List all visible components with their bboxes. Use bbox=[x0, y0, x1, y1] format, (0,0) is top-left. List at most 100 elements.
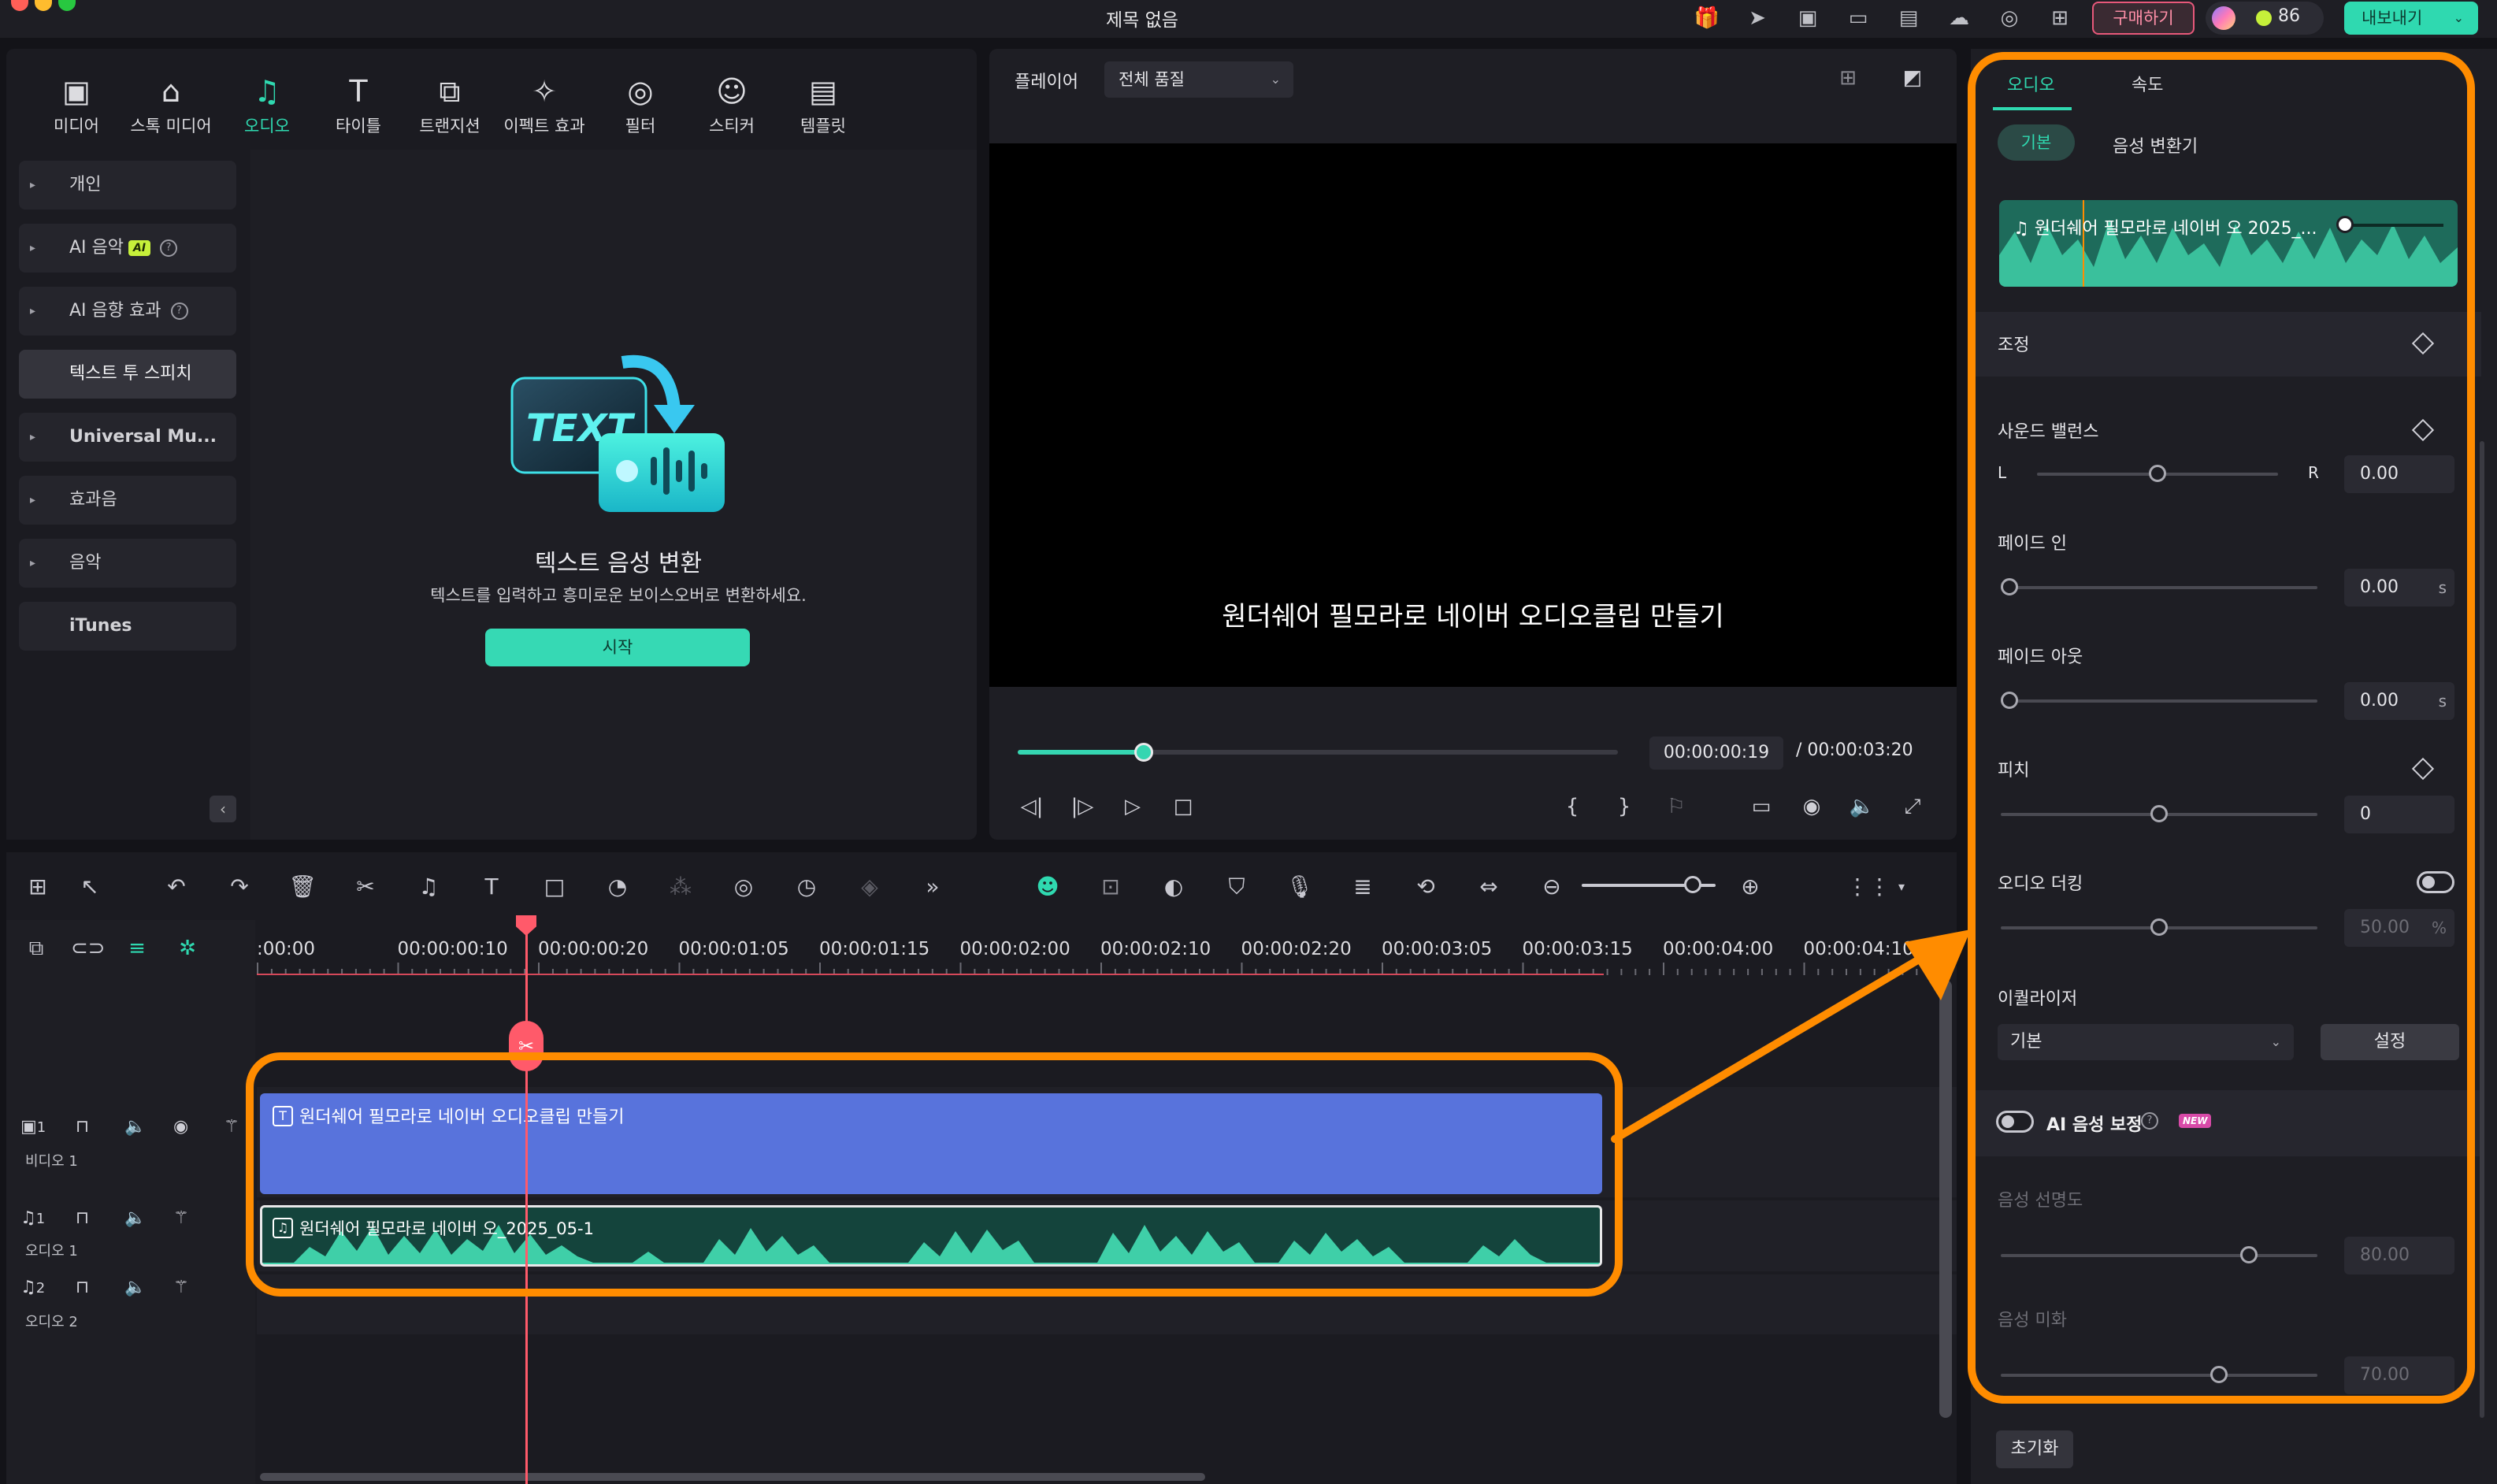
fit-icon[interactable]: ⇔ bbox=[1473, 871, 1505, 903]
tab-stickers[interactable]: ☺ 스티커 bbox=[688, 72, 775, 137]
fullscreen-icon[interactable]: ⤢ bbox=[1898, 792, 1927, 821]
display-icon[interactable]: ▭ bbox=[1747, 792, 1775, 821]
tab-audio[interactable]: ♫ 오디오 bbox=[224, 72, 310, 137]
shield-icon[interactable]: ⛉ bbox=[1221, 871, 1252, 903]
timeline-horizontal-scrollbar[interactable] bbox=[260, 1473, 1205, 1481]
timer-icon[interactable]: ◷ bbox=[791, 871, 822, 903]
speaker-icon[interactable]: 🔈 bbox=[124, 1208, 146, 1228]
mark-in-icon[interactable]: { bbox=[1558, 792, 1586, 821]
ai-assistant-icon[interactable]: ☻ bbox=[1032, 871, 1063, 903]
cloud-icon[interactable]: ☁ bbox=[1946, 5, 1972, 32]
color-icon[interactable]: ⁂ bbox=[665, 871, 696, 903]
sidebar-item-label: AI 음향 효과 bbox=[69, 301, 161, 321]
sidebar-item-personal[interactable]: ▸ 개인 bbox=[19, 161, 236, 210]
speed-icon[interactable]: ◔ bbox=[602, 871, 633, 903]
music-list-icon[interactable]: ≣ bbox=[1347, 871, 1378, 903]
previous-frame-icon[interactable]: ◁| bbox=[1018, 792, 1046, 821]
sidebar-item-sfx[interactable]: ▸ 효과음 bbox=[19, 476, 236, 525]
magic-wand-icon[interactable]: ⚚ bbox=[173, 1208, 189, 1228]
undo-icon[interactable]: ↶ bbox=[161, 871, 192, 903]
replace-icon[interactable]: ⟲ bbox=[1410, 871, 1441, 903]
add-track-icon[interactable]: ⧉ bbox=[20, 933, 52, 964]
eye-icon[interactable]: ◉ bbox=[173, 1117, 188, 1137]
tab-effects[interactable]: ✧ 이펙트 효과 bbox=[501, 72, 588, 137]
playback-progress-knob[interactable] bbox=[1134, 743, 1154, 762]
microphone-icon[interactable]: 🎙 bbox=[1284, 871, 1315, 903]
link-icon[interactable]: ⊂⊃ bbox=[71, 933, 106, 964]
audio-tool-icon[interactable]: ♫ bbox=[413, 871, 444, 903]
collapse-sidebar-button[interactable]: ‹ bbox=[210, 796, 236, 822]
volume-icon[interactable]: 🔈 bbox=[1848, 792, 1876, 821]
tab-titles[interactable]: T 타이틀 bbox=[315, 72, 402, 137]
tab-transitions[interactable]: ⧉ 트랜지션 bbox=[406, 72, 493, 137]
reset-button[interactable]: 초기화 bbox=[1996, 1430, 2073, 1468]
tts-start-button[interactable]: 시작 bbox=[485, 629, 750, 666]
zoom-out-icon[interactable]: ⊖ bbox=[1536, 871, 1568, 903]
send-icon[interactable]: ➤ bbox=[1744, 5, 1771, 32]
lock-icon[interactable]: ⊓ bbox=[76, 1278, 89, 1297]
auto-ripple-icon[interactable]: ≡ bbox=[121, 933, 153, 964]
snapshot-chart-icon[interactable]: ◩ bbox=[1897, 66, 1928, 93]
more-tools-icon[interactable]: » bbox=[917, 871, 948, 903]
keyframe-tool-icon[interactable]: ◈ bbox=[854, 871, 885, 903]
cut-icon[interactable]: ✂ bbox=[350, 871, 381, 903]
sidebar-item-tts[interactable]: 텍스트 투 스피치 bbox=[19, 350, 236, 399]
tab-templates[interactable]: ▤ 템플릿 bbox=[780, 72, 866, 137]
select-tool-icon[interactable]: ↖ bbox=[74, 871, 106, 903]
help-icon[interactable]: ? bbox=[170, 302, 188, 320]
stop-icon[interactable]: □ bbox=[1169, 792, 1197, 821]
tab-label: 스티커 bbox=[709, 117, 755, 135]
layout-grid-icon[interactable]: ⊞ bbox=[22, 871, 54, 903]
sidebar-item-ai-sfx[interactable]: ▸ AI 음향 효과? bbox=[19, 287, 236, 336]
chevron-down-icon: ⌄ bbox=[2453, 10, 2464, 25]
zoom-knob[interactable] bbox=[1684, 876, 1701, 893]
inspector-scrollbar[interactable] bbox=[2480, 441, 2484, 1418]
sidebar-item-ai-music[interactable]: ▸ AI 음악 AI? bbox=[19, 224, 236, 273]
feedback-icon[interactable]: ▣ bbox=[1794, 5, 1821, 32]
sidebar-item-music[interactable]: ▸ 음악 bbox=[19, 539, 236, 588]
quality-select[interactable]: 전체 품질 ⌄ bbox=[1104, 61, 1293, 98]
headset-icon[interactable]: ◎ bbox=[1996, 5, 2023, 32]
track-number: 1 bbox=[35, 1211, 46, 1227]
chevron-down-icon[interactable]: ▾ bbox=[1886, 871, 1917, 903]
current-time[interactable]: 00:00:00:19 bbox=[1649, 736, 1783, 770]
camera-icon[interactable]: ◉ bbox=[1798, 792, 1826, 821]
ruler-tick-label: 00:00:02:10 bbox=[1100, 939, 1211, 959]
speaker-icon[interactable]: 🔈 bbox=[124, 1117, 146, 1137]
export-button[interactable]: 내보내기 ⌄ bbox=[2344, 2, 2478, 35]
sidebar-item-itunes[interactable]: iTunes bbox=[19, 602, 236, 651]
track-layout-icon[interactable]: ⋮⋮ bbox=[1846, 871, 1890, 903]
magic-wand-icon[interactable]: ⚚ bbox=[173, 1278, 189, 1297]
tab-filters[interactable]: ◎ 필터 bbox=[597, 72, 684, 137]
play-icon[interactable]: ▷ bbox=[1119, 792, 1147, 821]
speaker-icon[interactable]: 🔈 bbox=[124, 1278, 146, 1297]
grid-view-icon[interactable]: ⊞ bbox=[1832, 66, 1864, 93]
snap-icon[interactable]: ✲ bbox=[172, 933, 203, 964]
redo-icon[interactable]: ↷ bbox=[224, 871, 255, 903]
delete-icon[interactable]: 🗑 bbox=[287, 871, 318, 903]
ai-tool-icon[interactable]: ◎ bbox=[728, 871, 759, 903]
tab-media[interactable]: ▣ 미디어 bbox=[33, 72, 120, 137]
buy-button[interactable]: 구매하기 bbox=[2092, 2, 2195, 35]
lock-icon[interactable]: ⊓ bbox=[76, 1208, 89, 1228]
magic-wand-icon[interactable]: ⚚ bbox=[224, 1117, 239, 1137]
tab-stock-media[interactable]: ⌂ 스톡 미디어 bbox=[128, 72, 214, 137]
text-tool-icon[interactable]: T bbox=[476, 871, 507, 903]
credits-pill[interactable]: 86 bbox=[2206, 2, 2324, 35]
transition-icon: ⧉ bbox=[439, 74, 461, 109]
apps-grid-icon[interactable]: ⊞ bbox=[2046, 5, 2073, 32]
sidebar-item-universal-music[interactable]: ▸ Universal Mu... bbox=[19, 413, 236, 462]
save-icon[interactable]: ▤ bbox=[1895, 5, 1922, 32]
next-frame-icon[interactable]: |▷ bbox=[1068, 792, 1096, 821]
ai-image-icon[interactable]: ⊡ bbox=[1095, 871, 1126, 903]
layout-icon[interactable]: ▭ bbox=[1845, 5, 1872, 32]
lock-icon[interactable]: ⊓ bbox=[76, 1117, 89, 1137]
zoom-in-icon[interactable]: ⊕ bbox=[1735, 871, 1766, 903]
crop-icon[interactable]: □ bbox=[539, 871, 570, 903]
ruler-tick-label: :00:00 bbox=[257, 939, 316, 959]
help-icon[interactable]: ? bbox=[160, 239, 178, 257]
gift-icon[interactable]: 🎁 bbox=[1694, 5, 1720, 32]
marker-icon[interactable]: ⚐ bbox=[1662, 792, 1690, 821]
render-icon[interactable]: ◐ bbox=[1158, 871, 1189, 903]
mark-out-icon[interactable]: } bbox=[1610, 792, 1638, 821]
